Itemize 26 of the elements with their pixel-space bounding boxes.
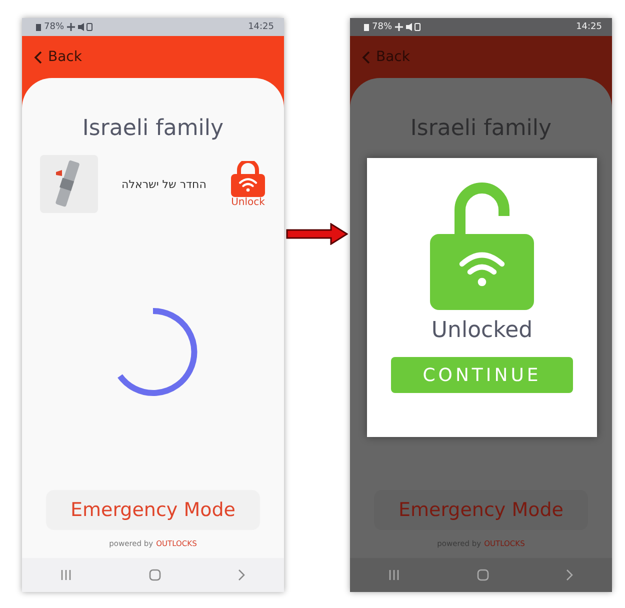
home-icon[interactable]	[476, 569, 489, 581]
unlocked-message: Unlocked	[431, 318, 533, 343]
forward-icon[interactable]	[238, 569, 246, 581]
arrow-icon	[286, 223, 348, 245]
family-title: Israeli family	[82, 116, 224, 141]
family-title: Israeli family	[410, 116, 552, 141]
chevron-left-icon	[34, 50, 42, 64]
battery-level: 78%	[372, 22, 392, 32]
status-icons	[395, 23, 422, 31]
back-link[interactable]: Back	[34, 49, 82, 65]
recent-apps-icon[interactable]	[388, 569, 400, 581]
unlock-button[interactable]: Unlock	[230, 160, 266, 208]
status-icons	[67, 23, 94, 31]
battery-icon	[36, 23, 41, 31]
lock-name: החדר של ישראלה	[122, 178, 206, 190]
chevron-left-icon	[362, 50, 370, 64]
unlocked-padlock-icon	[430, 182, 534, 310]
battery-level: 78%	[44, 22, 64, 32]
clock: 14:25	[576, 22, 602, 32]
recent-apps-icon[interactable]	[60, 569, 72, 581]
home-icon[interactable]	[148, 569, 161, 581]
forward-icon[interactable]	[566, 569, 574, 581]
emergency-mode-button[interactable]: Emergency Mode	[46, 490, 260, 530]
clock: 14:25	[248, 22, 274, 32]
continue-button[interactable]: CONTINUE	[391, 357, 573, 393]
battery-icon	[364, 23, 369, 31]
